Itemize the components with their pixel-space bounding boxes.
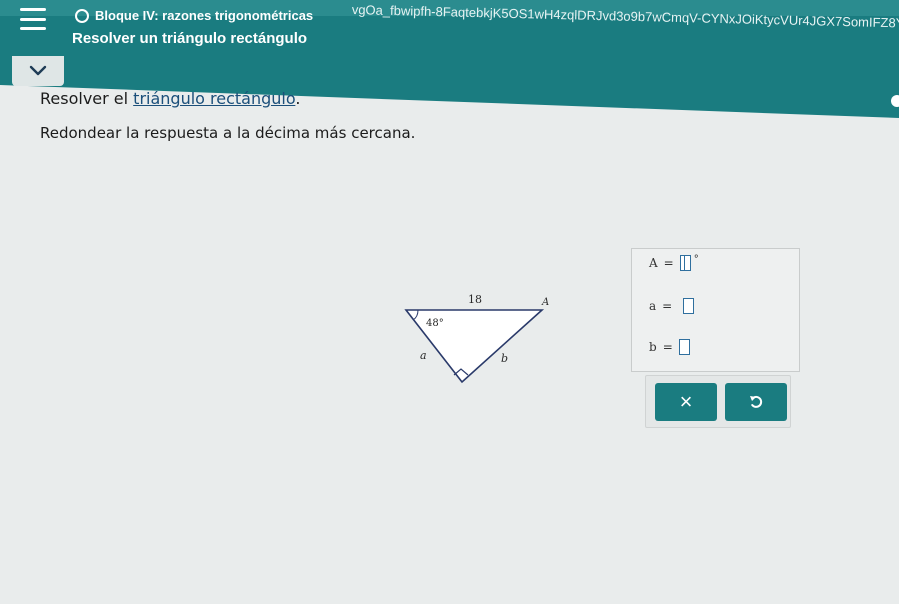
- chevron-down-icon: [29, 65, 47, 76]
- undo-icon: [750, 395, 763, 408]
- side-left-label: a: [420, 349, 427, 362]
- answer-label: a: [649, 299, 657, 313]
- equals-sign: =: [662, 299, 673, 313]
- instruction-suffix: .: [295, 89, 301, 108]
- instruction-prefix: Resolver el: [40, 89, 134, 108]
- undo-button[interactable]: [725, 383, 787, 421]
- answer-row-angle-a: A = °: [649, 253, 699, 271]
- degree-unit: °: [693, 253, 699, 265]
- equals-sign: =: [663, 256, 674, 270]
- answer-label: A: [649, 256, 658, 270]
- menu-icon[interactable]: [20, 8, 46, 30]
- angle-a-input[interactable]: [679, 255, 691, 271]
- side-right-label: b: [501, 352, 508, 365]
- answer-row-side-a: a =: [649, 298, 695, 314]
- vertex-label-a: A: [541, 297, 549, 308]
- problem-instruction: Resolver el triángulo rectángulo.: [40, 89, 300, 108]
- equals-sign: =: [662, 340, 673, 354]
- answer-row-side-b: b =: [649, 339, 690, 355]
- lesson-title: Resolver un triángulo rectángulo: [72, 30, 308, 47]
- menu-dot[interactable]: [891, 95, 899, 107]
- triangle-diagram: 18 A 48° a b: [404, 293, 549, 384]
- side-a-input[interactable]: [683, 298, 695, 314]
- expand-toggle[interactable]: [12, 56, 64, 86]
- rounding-instruction: Redondear la respuesta a la décima más c…: [40, 124, 416, 142]
- answer-label: b: [649, 340, 657, 354]
- topic-title: Bloque IV: razones trigonométricas: [95, 8, 314, 23]
- side-top-label: 18: [468, 293, 482, 306]
- angle-label: 48°: [426, 318, 444, 329]
- topic-status-icon: [75, 9, 89, 23]
- close-icon: ×: [679, 389, 693, 414]
- side-b-input[interactable]: [678, 339, 690, 355]
- glossary-link-right-triangle[interactable]: triángulo rectángulo: [133, 89, 295, 108]
- clear-button[interactable]: ×: [655, 383, 717, 421]
